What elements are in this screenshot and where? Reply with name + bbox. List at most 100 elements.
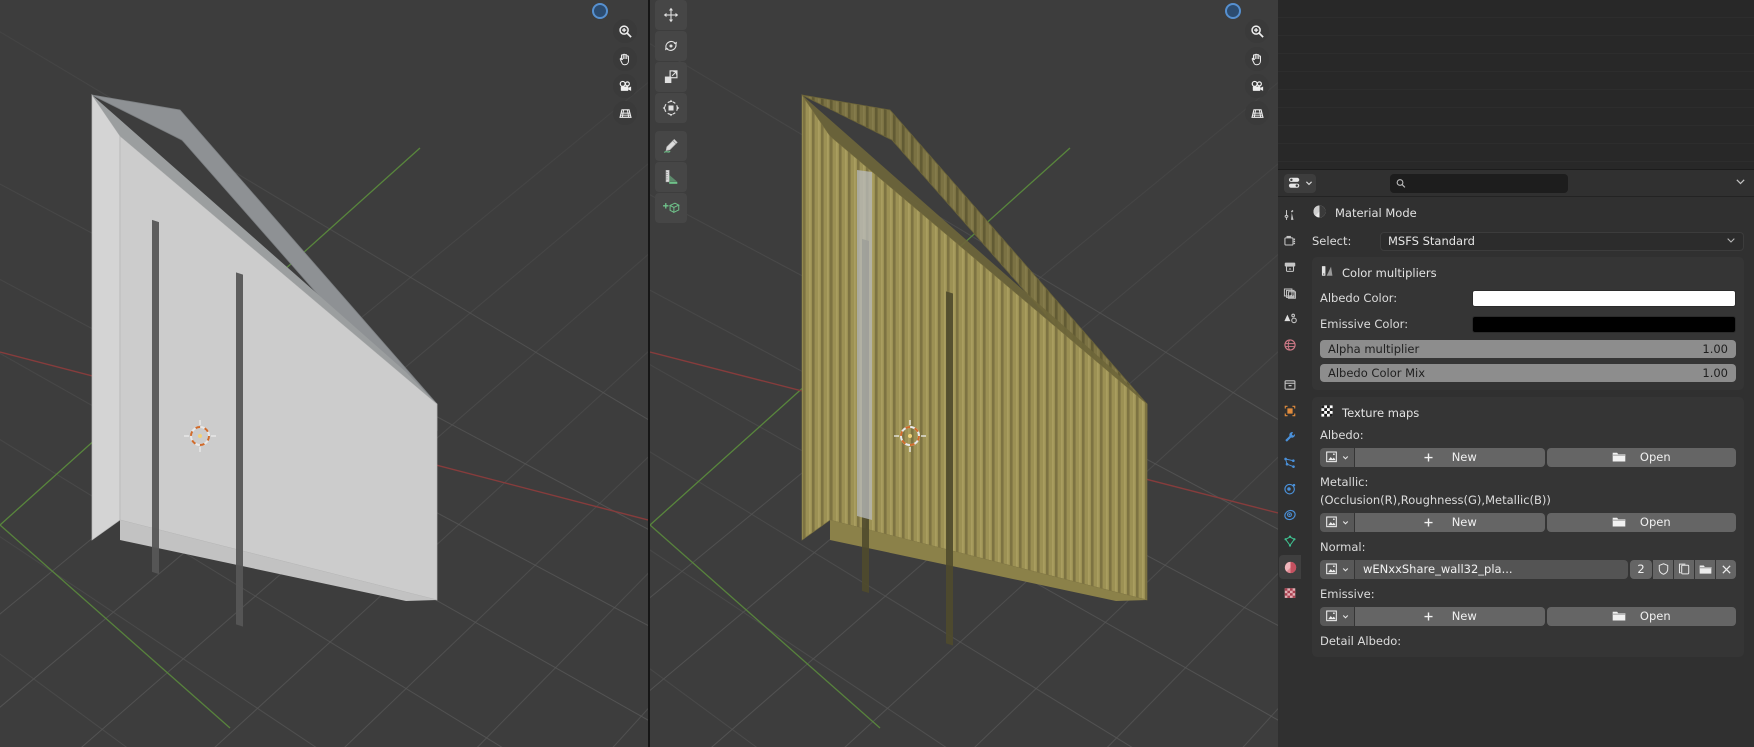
viewport-left[interactable]: [0, 0, 648, 747]
tool-add-cube[interactable]: [655, 193, 687, 223]
emissive-new-label: New: [1451, 609, 1477, 623]
viewport-toolbar: [655, 0, 689, 229]
tab-view-layer[interactable]: [1279, 281, 1301, 305]
fake-user-shield-icon[interactable]: [1653, 559, 1673, 579]
chevron-down-icon: [1342, 455, 1348, 459]
emissive-slot-label: Emissive:: [1320, 587, 1375, 601]
select-value: MSFS Standard: [1388, 234, 1475, 248]
properties-search[interactable]: [1390, 173, 1568, 193]
tab-data[interactable]: [1279, 529, 1301, 553]
header-chevron-down-icon[interactable]: [1735, 176, 1748, 190]
folder-icon: [1612, 517, 1626, 527]
tool-annotate[interactable]: [655, 131, 687, 161]
texture-maps-panel: Texture maps Albedo: New Open Metallic: …: [1312, 397, 1744, 657]
tab-tool[interactable]: [1279, 203, 1301, 227]
tab-particles[interactable]: [1279, 451, 1301, 475]
albedo-open-label: Open: [1639, 450, 1671, 464]
checker-texture-icon: [1320, 404, 1334, 421]
tab-render[interactable]: [1279, 229, 1301, 253]
cursor-3d-right: [894, 420, 926, 452]
image-browse-icon: [1325, 516, 1337, 528]
normal-texture-name[interactable]: wENxxShare_wall32_pla...: [1355, 559, 1628, 579]
select-label: Select:: [1312, 234, 1352, 248]
tab-texture[interactable]: [1279, 581, 1301, 605]
plus-icon: [1424, 611, 1433, 621]
tab-material[interactable]: [1279, 555, 1301, 579]
texture-maps-heading: Texture maps: [1320, 404, 1736, 421]
mesh-wall-left: [91, 93, 438, 627]
zoom-view-icon[interactable]: [1245, 19, 1269, 43]
move-view-icon[interactable]: [613, 47, 637, 71]
material-type-select[interactable]: MSFS Standard: [1380, 231, 1744, 251]
move-view-icon[interactable]: [1245, 47, 1269, 71]
emissive-browse-image-button[interactable]: [1320, 606, 1354, 626]
tab-world[interactable]: [1279, 333, 1301, 357]
normal-texture-users-count[interactable]: 2: [1630, 559, 1652, 579]
albedo-color-swatch[interactable]: [1472, 289, 1736, 307]
navigation-gizmo[interactable]: [592, 3, 608, 19]
metallic-open-label: Open: [1639, 515, 1671, 529]
tab-constraints[interactable]: [1279, 503, 1301, 527]
texture-maps-title: Texture maps: [1342, 405, 1420, 420]
tab-output[interactable]: [1279, 255, 1301, 279]
emissive-color-swatch[interactable]: [1472, 315, 1736, 333]
image-browse-icon: [1325, 451, 1337, 463]
emissive-color-label: Emissive Color:: [1320, 317, 1409, 331]
properties-header: [1278, 170, 1754, 197]
emissive-new-button[interactable]: New: [1355, 606, 1545, 626]
metallic-browse-image-button[interactable]: [1320, 512, 1354, 532]
close-x-icon[interactable]: [1716, 559, 1736, 579]
camera-view-icon[interactable]: [1245, 74, 1269, 98]
albedo-color-mix-slider[interactable]: Albedo Color Mix 1.00: [1320, 364, 1736, 382]
emissive-open-button[interactable]: Open: [1546, 606, 1736, 626]
tab-collection[interactable]: [1279, 373, 1301, 397]
viewport-right[interactable]: [650, 0, 1278, 747]
tool-scale[interactable]: [655, 62, 687, 92]
tool-rotate[interactable]: [655, 31, 687, 61]
editor-type-selector[interactable]: [1284, 173, 1316, 193]
axis-y: [650, 147, 1071, 526]
alpha-multiplier-slider[interactable]: Alpha multiplier 1.00: [1320, 340, 1736, 358]
material-sphere-icon: [1312, 204, 1327, 222]
metallic-slot-label: Metallic:: [1320, 475, 1369, 489]
navigation-gizmo[interactable]: [1225, 3, 1241, 19]
albedo-color-mix-label: Albedo Color Mix: [1328, 366, 1426, 380]
metallic-new-button[interactable]: New: [1355, 512, 1545, 532]
tool-move[interactable]: [655, 0, 687, 30]
normal-texture-row: wENxxShare_wall32_pla... 2: [1320, 559, 1736, 579]
albedo-open-button[interactable]: Open: [1546, 447, 1736, 467]
tab-modifiers[interactable]: [1279, 425, 1301, 449]
toggle-perspective-icon[interactable]: [1245, 101, 1269, 125]
folder-icon: [1612, 611, 1626, 621]
emissive-color-row: Emissive Color:: [1320, 314, 1736, 334]
color-multipliers-panel: Color multipliers Albedo Color: Emissive…: [1312, 257, 1744, 390]
metallic-open-button[interactable]: Open: [1546, 512, 1736, 532]
tab-physics[interactable]: [1279, 477, 1301, 501]
plus-icon: [1424, 517, 1433, 527]
chevron-down-icon: [1305, 181, 1312, 186]
tool-transform[interactable]: [655, 93, 687, 123]
folder-icon[interactable]: [1695, 559, 1715, 579]
albedo-slot-label: Albedo:: [1320, 428, 1364, 442]
chevron-down-icon: [1342, 520, 1348, 524]
color-multipliers-title: Color multipliers: [1342, 265, 1437, 280]
color-swatch-icon: [1320, 264, 1334, 281]
new-copy-icon[interactable]: [1674, 559, 1694, 579]
tab-scene[interactable]: [1279, 307, 1301, 331]
cursor-3d-left: [184, 420, 216, 452]
tool-measure[interactable]: [655, 162, 687, 192]
albedo-new-button[interactable]: New: [1355, 447, 1545, 467]
search-input[interactable]: [1410, 176, 1562, 190]
viewport-grid-right: [650, 43, 1278, 747]
camera-view-icon[interactable]: [613, 74, 637, 98]
normal-browse-image-button[interactable]: [1320, 559, 1354, 579]
zoom-view-icon[interactable]: [613, 19, 637, 43]
tab-object[interactable]: [1279, 399, 1301, 423]
albedo-browse-image-button[interactable]: [1320, 447, 1354, 467]
properties-body: Material Mode Select: MSFS Standard Colo…: [1302, 197, 1754, 747]
toggle-perspective-icon[interactable]: [613, 101, 637, 125]
material-mode-title: Material Mode: [1312, 203, 1744, 223]
albedo-texture-row: New Open: [1320, 447, 1736, 467]
emissive-open-label: Open: [1639, 609, 1671, 623]
viewport-grid-left: [0, 31, 648, 747]
